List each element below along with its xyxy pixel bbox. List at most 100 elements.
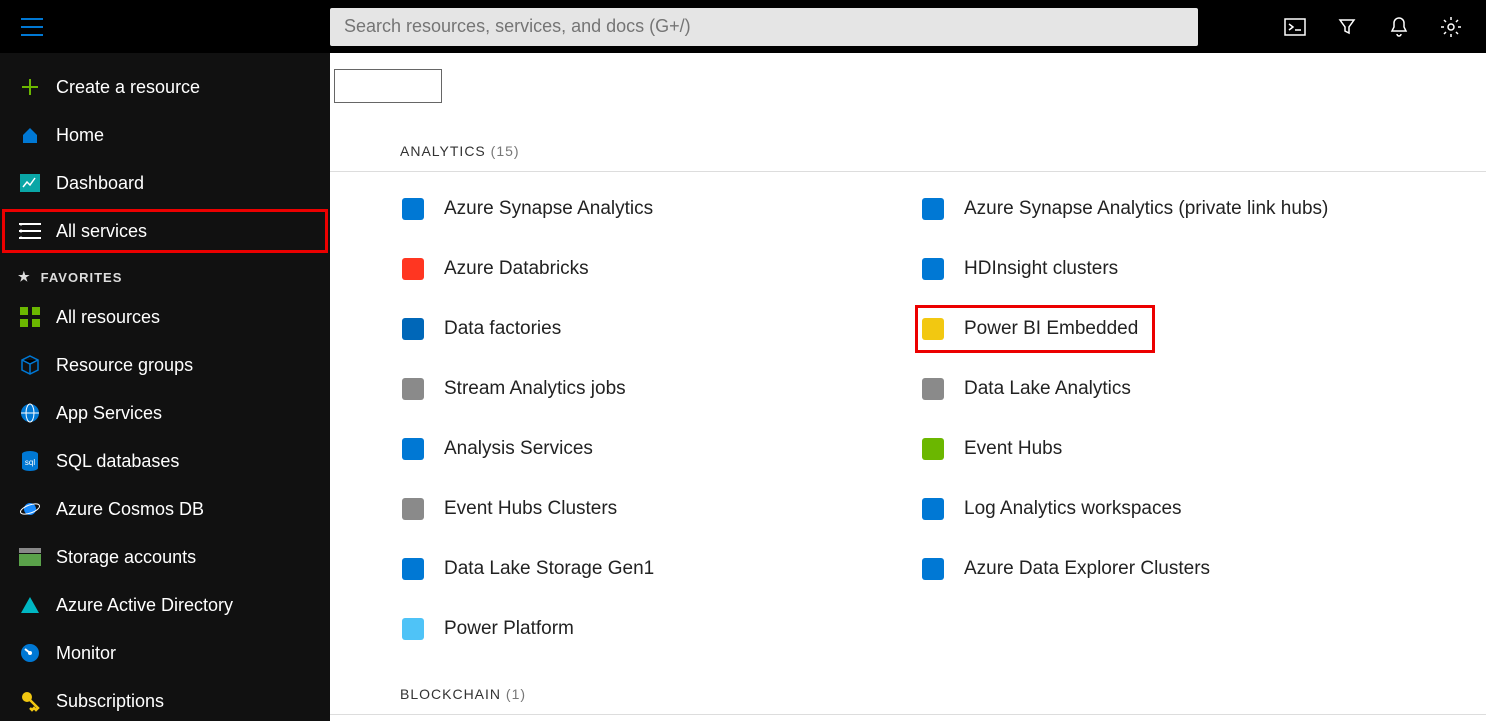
sidebar-item-dashboard[interactable]: Dashboard (0, 159, 330, 207)
service-label: Azure Synapse Analytics (444, 198, 653, 220)
sidebar-item-label: Create a resource (56, 77, 200, 98)
hamburger-icon (21, 18, 43, 36)
favorites-header: ★ FAVORITES (0, 255, 330, 293)
category-header-analytics: ANALYTICS (15) (330, 143, 1486, 172)
search-input[interactable] (344, 16, 1184, 37)
service-label: Event Hubs (964, 438, 1062, 460)
cosmos-icon (18, 497, 42, 521)
power-platform-icon (400, 616, 426, 642)
service-data-factories[interactable]: Data factories (400, 310, 910, 348)
service-power-bi-embedded[interactable]: Power BI Embedded (920, 310, 1150, 348)
sidebar-item-create-resource[interactable]: Create a resource (0, 63, 330, 111)
data-lake-gen1-icon (400, 556, 426, 582)
service-stream-analytics[interactable]: Stream Analytics jobs (400, 370, 910, 408)
service-label: Azure Synapse Analytics (private link hu… (964, 198, 1328, 220)
sidebar-item-label: Home (56, 125, 104, 146)
category-name: ANALYTICS (400, 143, 491, 159)
sidebar-item-label: Storage accounts (56, 547, 196, 568)
sidebar-item-all-services[interactable]: All services (0, 207, 330, 255)
event-hubs-icon (920, 436, 946, 462)
favorites-label: FAVORITES (41, 270, 123, 285)
power-bi-embedded-icon (920, 316, 946, 342)
list-icon (18, 219, 42, 243)
filter-icon (1337, 17, 1357, 37)
top-bar (0, 0, 1486, 53)
service-synapse-plh[interactable]: Azure Synapse Analytics (private link hu… (920, 190, 1430, 228)
services-grid: Azure Synapse Analytics Azure Synapse Ana… (330, 190, 1430, 648)
svg-text:sql: sql (25, 458, 35, 467)
service-hdinsight[interactable]: HDInsight clusters (920, 250, 1430, 288)
service-label: HDInsight clusters (964, 258, 1118, 280)
sidebar-item-label: Azure Cosmos DB (56, 499, 204, 520)
log-analytics-icon (920, 496, 946, 522)
sidebar-item-label: SQL databases (56, 451, 179, 472)
category-header-blockchain: BLOCKCHAIN (1) (330, 686, 1486, 715)
gauge-icon (18, 641, 42, 665)
sidebar-item-label: Dashboard (56, 173, 144, 194)
service-databricks[interactable]: Azure Databricks (400, 250, 910, 288)
analysis-services-icon (400, 436, 426, 462)
grid-icon (18, 305, 42, 329)
settings-button[interactable] (1428, 4, 1474, 50)
sidebar-item-cosmos-db[interactable]: Azure Cosmos DB (0, 485, 330, 533)
gear-icon (1440, 16, 1462, 38)
filter-input[interactable] (334, 69, 442, 103)
dashboard-icon (18, 171, 42, 195)
service-event-hubs[interactable]: Event Hubs (920, 430, 1430, 468)
bell-icon (1389, 16, 1409, 38)
notifications-button[interactable] (1376, 4, 1422, 50)
service-label: Data Lake Analytics (964, 378, 1131, 400)
storage-icon (18, 545, 42, 569)
service-label: Analysis Services (444, 438, 593, 460)
databricks-icon (400, 256, 426, 282)
event-hubs-clusters-icon (400, 496, 426, 522)
service-label: Event Hubs Clusters (444, 498, 617, 520)
sidebar-item-sql-databases[interactable]: sql SQL databases (0, 437, 330, 485)
directories-button[interactable] (1324, 4, 1370, 50)
sidebar-item-label: Subscriptions (56, 691, 164, 712)
service-analysis-services[interactable]: Analysis Services (400, 430, 910, 468)
sidebar-item-label: Monitor (56, 643, 116, 664)
service-power-platform[interactable]: Power Platform (400, 610, 910, 648)
service-event-hubs-clusters[interactable]: Event Hubs Clusters (400, 490, 910, 528)
service-label: Stream Analytics jobs (444, 378, 626, 400)
category-count: (15) (491, 143, 520, 159)
synapse-icon (400, 196, 426, 222)
service-label: Log Analytics workspaces (964, 498, 1182, 520)
service-log-analytics[interactable]: Log Analytics workspaces (920, 490, 1430, 528)
category-count: (1) (506, 686, 526, 702)
service-label: Azure Data Explorer Clusters (964, 558, 1210, 580)
service-data-lake-analytics[interactable]: Data Lake Analytics (920, 370, 1430, 408)
service-data-explorer[interactable]: Azure Data Explorer Clusters (920, 550, 1430, 588)
service-synapse[interactable]: Azure Synapse Analytics (400, 190, 910, 228)
service-label: Data factories (444, 318, 561, 340)
stream-analytics-icon (400, 376, 426, 402)
service-label: Power BI Embedded (964, 318, 1138, 340)
cube-icon (18, 353, 42, 377)
data-factories-icon (400, 316, 426, 342)
service-label: Azure Databricks (444, 258, 589, 280)
service-label: Power Platform (444, 618, 574, 640)
cloud-shell-icon (1284, 18, 1306, 36)
sidebar-item-label: Resource groups (56, 355, 193, 376)
service-data-lake-gen1[interactable]: Data Lake Storage Gen1 (400, 550, 910, 588)
global-search[interactable] (330, 8, 1198, 46)
content-area: ANALYTICS (15)Azure Synapse AnalyticsAzu… (330, 53, 1486, 721)
pyramid-icon (18, 593, 42, 617)
sidebar-item-all-resources[interactable]: All resources (0, 293, 330, 341)
sidebar-item-monitor[interactable]: Monitor (0, 629, 330, 677)
sidebar: Create a resource Home Dashboard All servic… (0, 53, 330, 721)
sidebar-item-app-services[interactable]: App Services (0, 389, 330, 437)
cloud-shell-button[interactable] (1272, 4, 1318, 50)
service-label: Data Lake Storage Gen1 (444, 558, 654, 580)
sidebar-item-storage-accounts[interactable]: Storage accounts (0, 533, 330, 581)
key-icon (18, 689, 42, 713)
database-icon: sql (18, 449, 42, 473)
sidebar-item-resource-groups[interactable]: Resource groups (0, 341, 330, 389)
sidebar-item-aad[interactable]: Azure Active Directory (0, 581, 330, 629)
sidebar-item-subscriptions[interactable]: Subscriptions (0, 677, 330, 721)
sidebar-item-home[interactable]: Home (0, 111, 330, 159)
category-name: BLOCKCHAIN (400, 686, 506, 702)
home-icon (18, 123, 42, 147)
hamburger-menu-button[interactable] (12, 7, 52, 47)
